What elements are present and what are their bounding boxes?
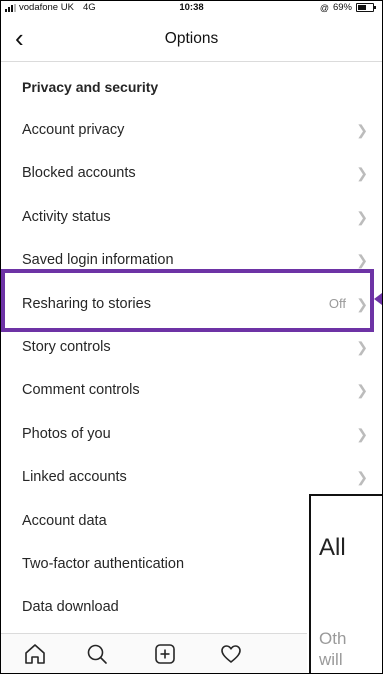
chevron-right-icon: ❯ — [356, 252, 368, 269]
option-label: Account privacy — [22, 122, 125, 139]
status-bar: vodafone UK 4G 10:38 @ 69% — [1, 1, 382, 15]
chevron-right-icon: ❯ — [356, 425, 368, 442]
option-activity-status[interactable]: Activity status ❯ — [1, 195, 382, 238]
option-label: Two-factor authentication — [22, 555, 185, 572]
chevron-right-icon: ❯ — [356, 469, 368, 486]
navigation-bar: ‹ Options — [1, 18, 382, 62]
battery-icon — [356, 3, 376, 12]
chevron-right-icon: ❯ — [356, 339, 368, 356]
highlight-box — [1, 269, 374, 332]
option-label: Photos of you — [22, 425, 111, 442]
popup-text-line-2: will — [319, 650, 343, 669]
option-label: Saved login information — [22, 252, 174, 269]
chevron-right-icon: ❯ — [356, 208, 368, 225]
option-label: Linked accounts — [22, 469, 127, 486]
add-post-icon[interactable] — [153, 642, 177, 666]
page-title: Options — [164, 30, 219, 47]
heart-icon[interactable] — [219, 642, 243, 666]
option-label: Data download — [22, 599, 119, 616]
option-label: Activity status — [22, 208, 111, 225]
option-comment-controls[interactable]: Comment controls ❯ — [1, 369, 382, 412]
section-header: Privacy and security — [22, 78, 159, 95]
home-icon[interactable] — [23, 642, 47, 666]
option-account-privacy[interactable]: Account privacy ❯ — [1, 108, 382, 151]
option-label: Account data — [22, 512, 107, 529]
alarm-icon: @ — [319, 2, 329, 13]
popup-title: All — [319, 534, 346, 561]
chevron-right-icon: ❯ — [356, 382, 368, 399]
option-label: Blocked accounts — [22, 165, 136, 182]
option-photos-of-you[interactable]: Photos of you ❯ — [1, 412, 382, 455]
popup-text-line-1: Oth — [319, 629, 347, 648]
chevron-right-icon: ❯ — [356, 165, 368, 182]
phone-screen: vodafone UK 4G 10:38 @ 69% ‹ Options Pri… — [0, 0, 383, 674]
option-label: Story controls — [22, 339, 111, 356]
option-linked-accounts[interactable]: Linked accounts ❯ — [1, 456, 382, 499]
search-icon[interactable] — [85, 642, 109, 666]
highlight-pointer — [374, 293, 382, 305]
info-popup: All Oth will — [309, 494, 382, 673]
chevron-right-icon: ❯ — [356, 122, 368, 139]
option-label: Comment controls — [22, 382, 140, 399]
popup-text: Oth will — [319, 628, 346, 670]
option-blocked-accounts[interactable]: Blocked accounts ❯ — [1, 152, 382, 195]
battery-percent: 69% — [332, 2, 352, 13]
